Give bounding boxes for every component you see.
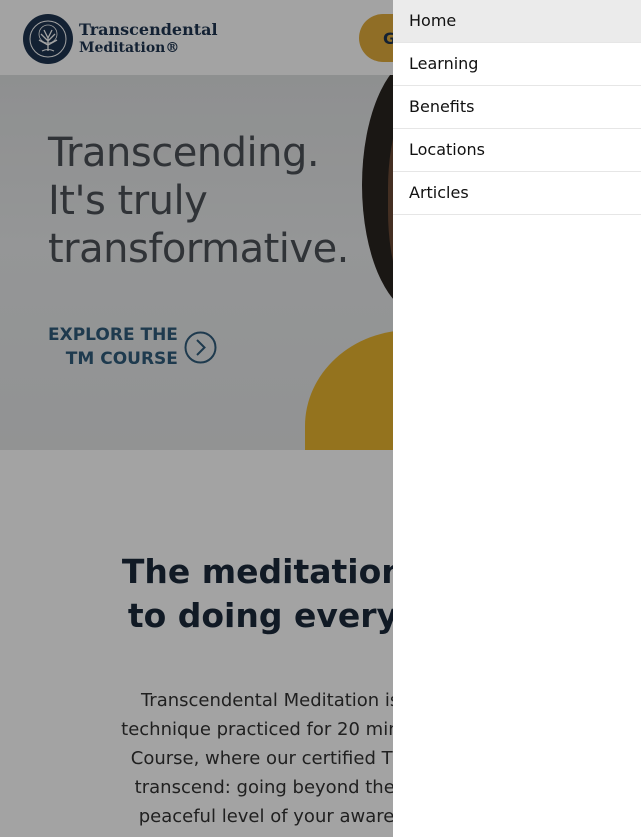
- menu-item-articles[interactable]: Articles: [393, 172, 641, 215]
- nav-drawer: Home Learning Benefits Locations Article…: [393, 0, 641, 837]
- menu-item-learning[interactable]: Learning: [393, 43, 641, 86]
- menu-item-home[interactable]: Home: [393, 0, 641, 43]
- menu-item-benefits[interactable]: Benefits: [393, 86, 641, 129]
- menu-item-locations[interactable]: Locations: [393, 129, 641, 172]
